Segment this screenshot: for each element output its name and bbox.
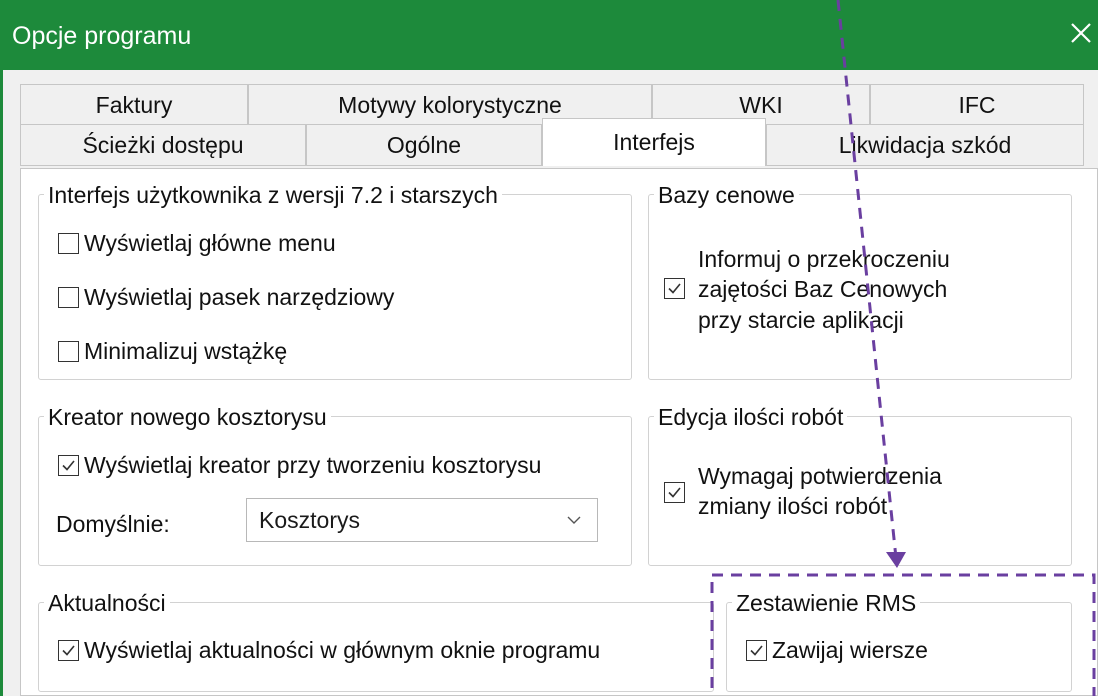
- checkbox-label: Wyświetlaj kreator przy tworzeniu koszto…: [84, 452, 542, 478]
- checkbox-label-line: Informuj o przekroczeniu: [698, 246, 950, 272]
- checkmark-icon: [668, 283, 681, 294]
- checkmark-icon: [62, 645, 75, 656]
- checkmark-icon: [62, 460, 75, 471]
- checkbox-minimalizuj-wstazke[interactable]: [58, 341, 79, 362]
- checkmark-icon: [750, 645, 763, 656]
- tab-sciezki-dostepu[interactable]: Ścieżki dostępu: [20, 124, 306, 166]
- group-title-bazy: Bazy cenowe: [654, 181, 799, 209]
- tab-interfejs[interactable]: Interfejs: [542, 118, 766, 166]
- tab-ogolne[interactable]: Ogólne: [306, 124, 542, 166]
- checkbox-informuj-bazy[interactable]: [664, 278, 685, 299]
- close-icon[interactable]: [1064, 16, 1098, 50]
- default-label: Domyślnie:: [56, 511, 170, 537]
- checkbox-label-line: przy starcie aplikacji: [698, 307, 904, 333]
- tab-ifc[interactable]: IFC: [870, 84, 1084, 126]
- checkbox-label: Wyświetlaj pasek narzędziowy: [84, 284, 395, 310]
- checkbox-label: Minimalizuj wstążkę: [84, 338, 288, 364]
- group-title-rms: Zestawienie RMS: [732, 589, 921, 617]
- group-title-aktualnosci: Aktualności: [44, 589, 170, 617]
- checkbox-label: Wyświetlaj główne menu: [84, 230, 336, 256]
- tab-likwidacja-szkod[interactable]: Likwidacja szkód: [766, 124, 1084, 166]
- checkbox-wymagaj-potwierdzenia[interactable]: [664, 482, 685, 503]
- checkbox-label-line: zmiany ilości robót: [698, 493, 888, 519]
- checkbox-label-line: Wymagaj potwierdzenia: [698, 463, 942, 489]
- checkbox-label-line: zajętości Baz Cenowych: [698, 276, 948, 302]
- checkbox-label: Wyświetlaj aktualności w głównym oknie p…: [84, 637, 601, 663]
- checkbox-zawijaj-wiersze[interactable]: [746, 640, 767, 661]
- checkmark-icon: [668, 487, 681, 498]
- checkbox-pasek-narzedziowy[interactable]: [58, 287, 79, 308]
- checkbox-glowne-menu[interactable]: [58, 233, 79, 254]
- checkbox-wyswietlaj-kreator[interactable]: [58, 455, 79, 476]
- window-title: Opcje programu: [12, 22, 192, 50]
- checkbox-label: Zawijaj wiersze: [772, 637, 928, 663]
- default-type-select[interactable]: Kosztorys: [246, 498, 598, 542]
- tab-faktury[interactable]: Faktury: [20, 84, 248, 126]
- group-title-edycja: Edycja ilości robót: [654, 403, 848, 431]
- chevron-down-icon: [565, 511, 583, 529]
- group-title-interfejs: Interfejs użytkownika z wersji 7.2 i sta…: [44, 181, 502, 209]
- select-value: Kosztorys: [259, 507, 360, 533]
- checkbox-wyswietlaj-aktualnosci[interactable]: [58, 640, 79, 661]
- group-kreator-kosztorysu: [38, 416, 632, 566]
- window-border: [0, 70, 3, 696]
- group-edycja-ilosci: [648, 416, 1072, 566]
- group-title-kreator: Kreator nowego kosztorysu: [44, 403, 331, 431]
